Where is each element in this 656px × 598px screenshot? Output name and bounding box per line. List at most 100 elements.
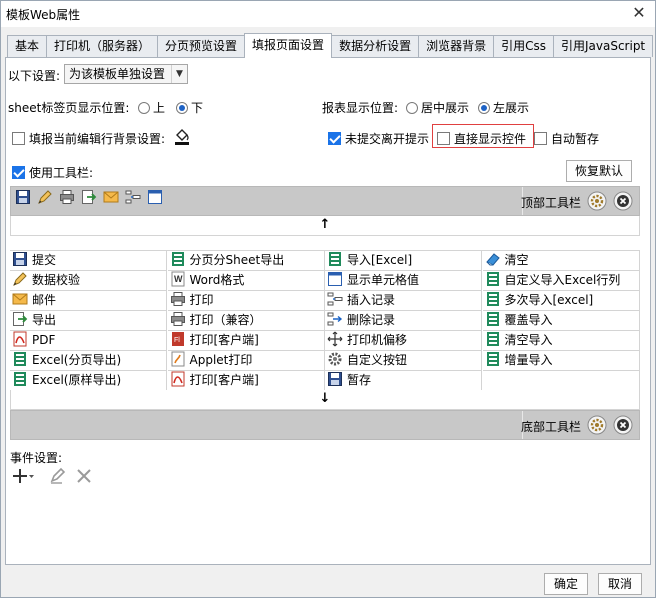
move-down-arrow[interactable]: ↓ xyxy=(10,390,640,410)
export-icon xyxy=(12,312,32,327)
toolbar-button-option[interactable]: Applet打印 xyxy=(167,351,325,371)
toolbar-button-option[interactable]: Fl 打印[客户端] xyxy=(167,331,325,351)
tab-3[interactable]: 填报页面设置 xyxy=(244,33,333,58)
tab-6[interactable]: 引用Css xyxy=(493,35,554,57)
cell-format-icon xyxy=(327,272,347,287)
toolbar-button-option-label: 覆盖导入 xyxy=(504,313,553,327)
toolbar-button-option[interactable]: 分页分Sheet导出 xyxy=(167,251,325,271)
sheet-pos-top-radio[interactable]: 上 xyxy=(138,99,165,116)
toolbar-button-option[interactable]: 自定义导入Excel行列 xyxy=(482,271,640,291)
events-label: 事件设置: xyxy=(10,451,63,465)
tab-4[interactable]: 数据分析设置 xyxy=(331,35,420,57)
excel-icon xyxy=(485,292,505,307)
use-toolbar-checkbox[interactable]: 使用工具栏: xyxy=(12,164,93,181)
gear-icon[interactable] xyxy=(587,415,607,435)
close-icon[interactable]: ✕ xyxy=(629,3,649,23)
toolbar-button-option[interactable]: 插入记录 xyxy=(325,291,482,311)
toolbar-button-option-label: 删除记录 xyxy=(347,313,396,327)
save-icon xyxy=(327,372,347,387)
direct-show-widget-checkbox[interactable]: 直接显示控件 xyxy=(437,130,526,147)
excel-icon xyxy=(485,272,505,287)
edit-check-icon[interactable] xyxy=(37,189,55,207)
checkbox-box xyxy=(328,132,341,145)
export-icon[interactable] xyxy=(81,189,99,207)
checkbox-label: 未提交离开提示 xyxy=(345,132,430,146)
toolbar-button-option[interactable]: 打印机偏移 xyxy=(325,331,482,351)
excel-icon xyxy=(12,352,32,367)
toolbar-button-option[interactable]: 覆盖导入 xyxy=(482,311,640,331)
remove-icon[interactable] xyxy=(74,466,96,486)
print-icon[interactable] xyxy=(59,189,77,207)
toolbar-button-option-label: Word格式 xyxy=(189,273,245,287)
tab-2[interactable]: 分页预览设置 xyxy=(157,35,246,57)
cancel-button[interactable]: 取消 xyxy=(598,573,642,595)
report-pos-left-radio[interactable]: 左展示 xyxy=(478,99,529,116)
chevron-down-icon: ▼ xyxy=(171,65,187,83)
excel-icon xyxy=(12,372,32,387)
toolbar-button-option[interactable]: PDF xyxy=(10,331,167,351)
gear-icon[interactable] xyxy=(587,191,607,211)
toolbar-button-option[interactable]: 打印[客户端] xyxy=(167,371,325,391)
toolbar-button-option[interactable]: 打印 xyxy=(167,291,325,311)
toolbar-button-option[interactable]: 导入[Excel] xyxy=(325,251,482,271)
toolbar-button-option[interactable]: 清空 xyxy=(482,251,640,271)
add-event-icon[interactable] xyxy=(12,466,34,486)
toolbar-button-option-label: 插入记录 xyxy=(347,293,396,307)
applet-print-icon xyxy=(170,351,190,367)
bottom-toolbar-strip[interactable]: 底部工具栏 xyxy=(10,410,640,440)
radio-indicator xyxy=(406,102,418,114)
sheet-pos-bottom-radio[interactable]: 下 xyxy=(176,99,203,116)
toolbar-button-option[interactable]: 自定义按钮 xyxy=(325,351,482,371)
toolbar-button-option[interactable]: 增量导入 xyxy=(482,351,640,371)
toolbar-button-option xyxy=(482,371,640,391)
pdf-icon xyxy=(12,331,32,347)
tab-1[interactable]: 打印机（服务器） xyxy=(46,35,159,57)
toolbar-button-option[interactable]: 打印（兼容） xyxy=(167,311,325,331)
toolbar-button-option[interactable]: 数据校验 xyxy=(10,271,167,291)
cell-format-icon[interactable] xyxy=(147,189,165,207)
toolbar-button-option-label: 导出 xyxy=(32,313,57,327)
autosave-checkbox[interactable]: 自动暂存 xyxy=(534,130,599,147)
edit-icon[interactable] xyxy=(48,466,70,486)
top-toolbar-label: 顶部工具栏 xyxy=(520,196,581,210)
toolbar-button-option-label: 邮件 xyxy=(32,293,57,307)
toolbar-button-option[interactable]: 暂存 xyxy=(325,371,482,391)
tab-5[interactable]: 浏览器背景 xyxy=(418,35,495,57)
ok-button[interactable]: 确定 xyxy=(544,573,588,595)
delete-icon[interactable] xyxy=(613,191,633,211)
toolbar-button-option[interactable]: 导出 xyxy=(10,311,167,331)
mail-icon[interactable] xyxy=(103,189,121,207)
tab-0[interactable]: 基本 xyxy=(7,35,48,57)
insert-record-icon[interactable] xyxy=(125,189,143,207)
fill-bg-checkbox[interactable]: 填报当前编辑行背景设置: xyxy=(12,130,165,147)
fill-page-settings-panel: 以下设置: 为该模板单独设置 ▼ sheet标签页显示位置: 上 下 报表显示位… xyxy=(5,57,651,565)
sheet-pos-label: sheet标签页显示位置: xyxy=(8,101,130,115)
checkbox-label: 使用工具栏: xyxy=(29,166,94,180)
scope-select[interactable]: 为该模板单独设置 ▼ xyxy=(64,64,188,84)
insert-record-icon xyxy=(327,292,347,307)
toolbar-button-option[interactable]: W Word格式 xyxy=(167,271,325,291)
unsubmitted-prompt-checkbox[interactable]: 未提交离开提示 xyxy=(328,130,429,147)
toolbar-button-option[interactable]: 显示单元格值 xyxy=(325,271,482,291)
printer-offset-icon xyxy=(327,331,347,347)
toolbar-button-option[interactable]: 提交 xyxy=(10,251,167,271)
tab-7[interactable]: 引用JavaScript xyxy=(552,35,654,57)
move-up-arrow[interactable]: ↑ xyxy=(10,216,640,236)
save-icon[interactable] xyxy=(15,189,33,207)
checkbox-label: 直接显示控件 xyxy=(454,132,527,146)
toolbar-button-option-label: 打印机偏移 xyxy=(347,333,408,347)
radio-label: 居中展示 xyxy=(421,101,470,115)
toolbar-button-option[interactable]: Excel(原样导出) xyxy=(10,371,167,391)
excel-icon xyxy=(485,312,505,327)
restore-default-button[interactable]: 恢复默认 xyxy=(566,160,632,182)
top-toolbar-strip[interactable]: 顶部工具栏 xyxy=(10,186,640,216)
report-pos-center-radio[interactable]: 居中展示 xyxy=(406,99,469,116)
toolbar-button-option[interactable]: 清空导入 xyxy=(482,331,640,351)
delete-icon[interactable] xyxy=(613,415,633,435)
toolbar-button-option[interactable]: 邮件 xyxy=(10,291,167,311)
toolbar-button-option[interactable]: 多次导入[excel] xyxy=(482,291,640,311)
radio-indicator xyxy=(176,102,188,114)
paint-bucket-icon[interactable] xyxy=(172,126,192,146)
toolbar-button-option[interactable]: Excel(分页导出) xyxy=(10,351,167,371)
toolbar-button-option[interactable]: 删除记录 xyxy=(325,311,482,331)
